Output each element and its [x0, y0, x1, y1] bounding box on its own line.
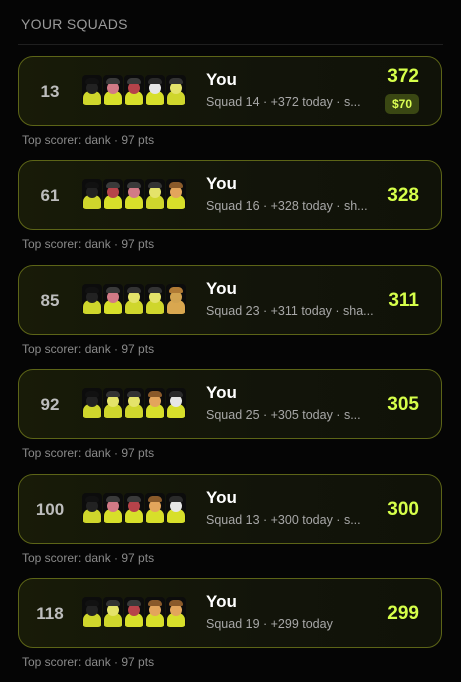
- bread-head-avatar-icon: [145, 492, 165, 523]
- yellow-hood-avatar-icon: [166, 75, 186, 105]
- squad-row: 13 You Squad 14 · +372 today · s... 372 …: [0, 56, 461, 160]
- squad-avatars: [82, 283, 186, 314]
- squad-avatars: [82, 388, 186, 419]
- squad-subtitle: Squad 13 · +300 today · s...: [206, 512, 361, 527]
- yellow-hood-avatar-icon: [124, 388, 144, 419]
- squad-title: You: [206, 70, 237, 89]
- squad-row: 100 You Squad 13 · +300 today · s... 300…: [0, 473, 461, 578]
- squad-rank: 85: [40, 290, 60, 310]
- squad-subtitle: Squad 16 · +328 today · sh...: [206, 199, 368, 214]
- squad-row: 85 You Squad 23 · +311 today · sha... 31…: [0, 264, 461, 369]
- red-mask-avatar-icon: [124, 597, 144, 627]
- squad-rank: 92: [40, 395, 60, 415]
- squad-row: 61 You Squad 16 · +328 today · sh... 328…: [0, 160, 461, 264]
- yellow-hood-avatar-icon: [145, 283, 165, 314]
- squad-card[interactable]: 92 You Squad 25 · +305 today · s... 305: [18, 369, 442, 440]
- top-scorer-label: Top scorer: dank · 97 pts: [22, 237, 155, 252]
- top-scorer-label: Top scorer: dank · 97 pts: [22, 341, 155, 356]
- pink-mask-avatar-icon: [103, 283, 123, 314]
- skull-avatar-icon: [166, 492, 186, 523]
- section-title: YOUR SQUADS: [21, 16, 128, 32]
- yellow-hood-avatar-icon: [124, 283, 144, 314]
- top-scorer-label: Top scorer: dank · 97 pts: [22, 133, 155, 147]
- squad-rank: 100: [35, 499, 65, 519]
- skull-avatar-icon: [166, 388, 186, 419]
- hooded-skull-avatar-icon: [82, 75, 102, 105]
- squad-card[interactable]: 13 You Squad 14 · +372 today · s... 372 …: [18, 56, 442, 126]
- divider: [18, 44, 443, 45]
- squad-score: 305: [387, 394, 419, 416]
- bread-head-avatar-icon: [166, 597, 186, 627]
- squad-row: 92 You Squad 25 · +305 today · s... 305 …: [0, 369, 461, 473]
- squad-subtitle: Squad 23 · +311 today · sha...: [206, 303, 374, 318]
- bread-head-avatar-icon: [166, 179, 186, 210]
- red-mask-avatar-icon: [124, 75, 144, 105]
- squad-subtitle: Squad 14 · +372 today · s...: [206, 95, 361, 109]
- hooded-skull-avatar-icon: [82, 597, 102, 627]
- squad-card[interactable]: 85 You Squad 23 · +311 today · sha... 31…: [18, 264, 442, 335]
- red-mask-avatar-icon: [124, 492, 144, 523]
- hooded-skull-avatar-icon: [82, 388, 102, 419]
- yellow-hood-avatar-icon: [103, 597, 123, 627]
- squad-title: You: [206, 174, 237, 194]
- hooded-skull-avatar-icon: [82, 179, 102, 210]
- squad-title: You: [206, 487, 237, 507]
- hooded-skull-avatar-icon: [82, 283, 102, 314]
- squad-rank: 13: [40, 82, 60, 101]
- squad-score: 300: [387, 498, 419, 520]
- pink-mask-avatar-icon: [103, 492, 123, 523]
- squad-card[interactable]: 100 You Squad 13 · +300 today · s... 300: [18, 473, 442, 544]
- hooded-skull-avatar-icon: [82, 492, 102, 523]
- squad-title: You: [206, 383, 237, 403]
- squad-title: You: [206, 592, 237, 611]
- squad-score: 299: [387, 603, 419, 624]
- bread-head-avatar-icon: [145, 388, 165, 419]
- squad-avatars: [82, 597, 186, 627]
- squad-avatars: [82, 492, 186, 523]
- squad-row: 118 You Squad 19 · +299 today 299 Top sc…: [0, 578, 461, 682]
- squad-title: You: [206, 278, 237, 298]
- squad-subtitle: Squad 19 · +299 today: [206, 617, 333, 631]
- squad-rank: 118: [36, 604, 64, 623]
- squad-score: 372: [387, 66, 419, 87]
- cat-avatar-icon: [166, 283, 186, 314]
- pink-mask-avatar-icon: [124, 179, 144, 210]
- yellow-hood-avatar-icon: [103, 388, 123, 419]
- squad-subtitle: Squad 25 · +305 today · s...: [206, 408, 361, 423]
- pink-mask-avatar-icon: [103, 75, 123, 105]
- squad-score: 311: [388, 289, 419, 311]
- top-scorer-label: Top scorer: dank · 97 pts: [22, 655, 155, 669]
- squad-score: 328: [387, 185, 419, 207]
- squad-rank: 61: [40, 186, 60, 206]
- bread-head-avatar-icon: [145, 597, 165, 627]
- prize-badge: $70: [384, 94, 419, 114]
- squad-avatars: [82, 179, 186, 210]
- top-scorer-label: Top scorer: dank · 97 pts: [22, 550, 155, 565]
- squad-card[interactable]: 118 You Squad 19 · +299 today 299: [18, 578, 442, 648]
- yellow-hood-avatar-icon: [145, 179, 165, 210]
- top-scorer-label: Top scorer: dank · 97 pts: [22, 446, 155, 461]
- squad-avatars: [82, 75, 186, 105]
- red-mask-avatar-icon: [103, 179, 123, 210]
- squad-card[interactable]: 61 You Squad 16 · +328 today · sh... 328: [18, 160, 442, 231]
- skull-avatar-icon: [145, 75, 165, 105]
